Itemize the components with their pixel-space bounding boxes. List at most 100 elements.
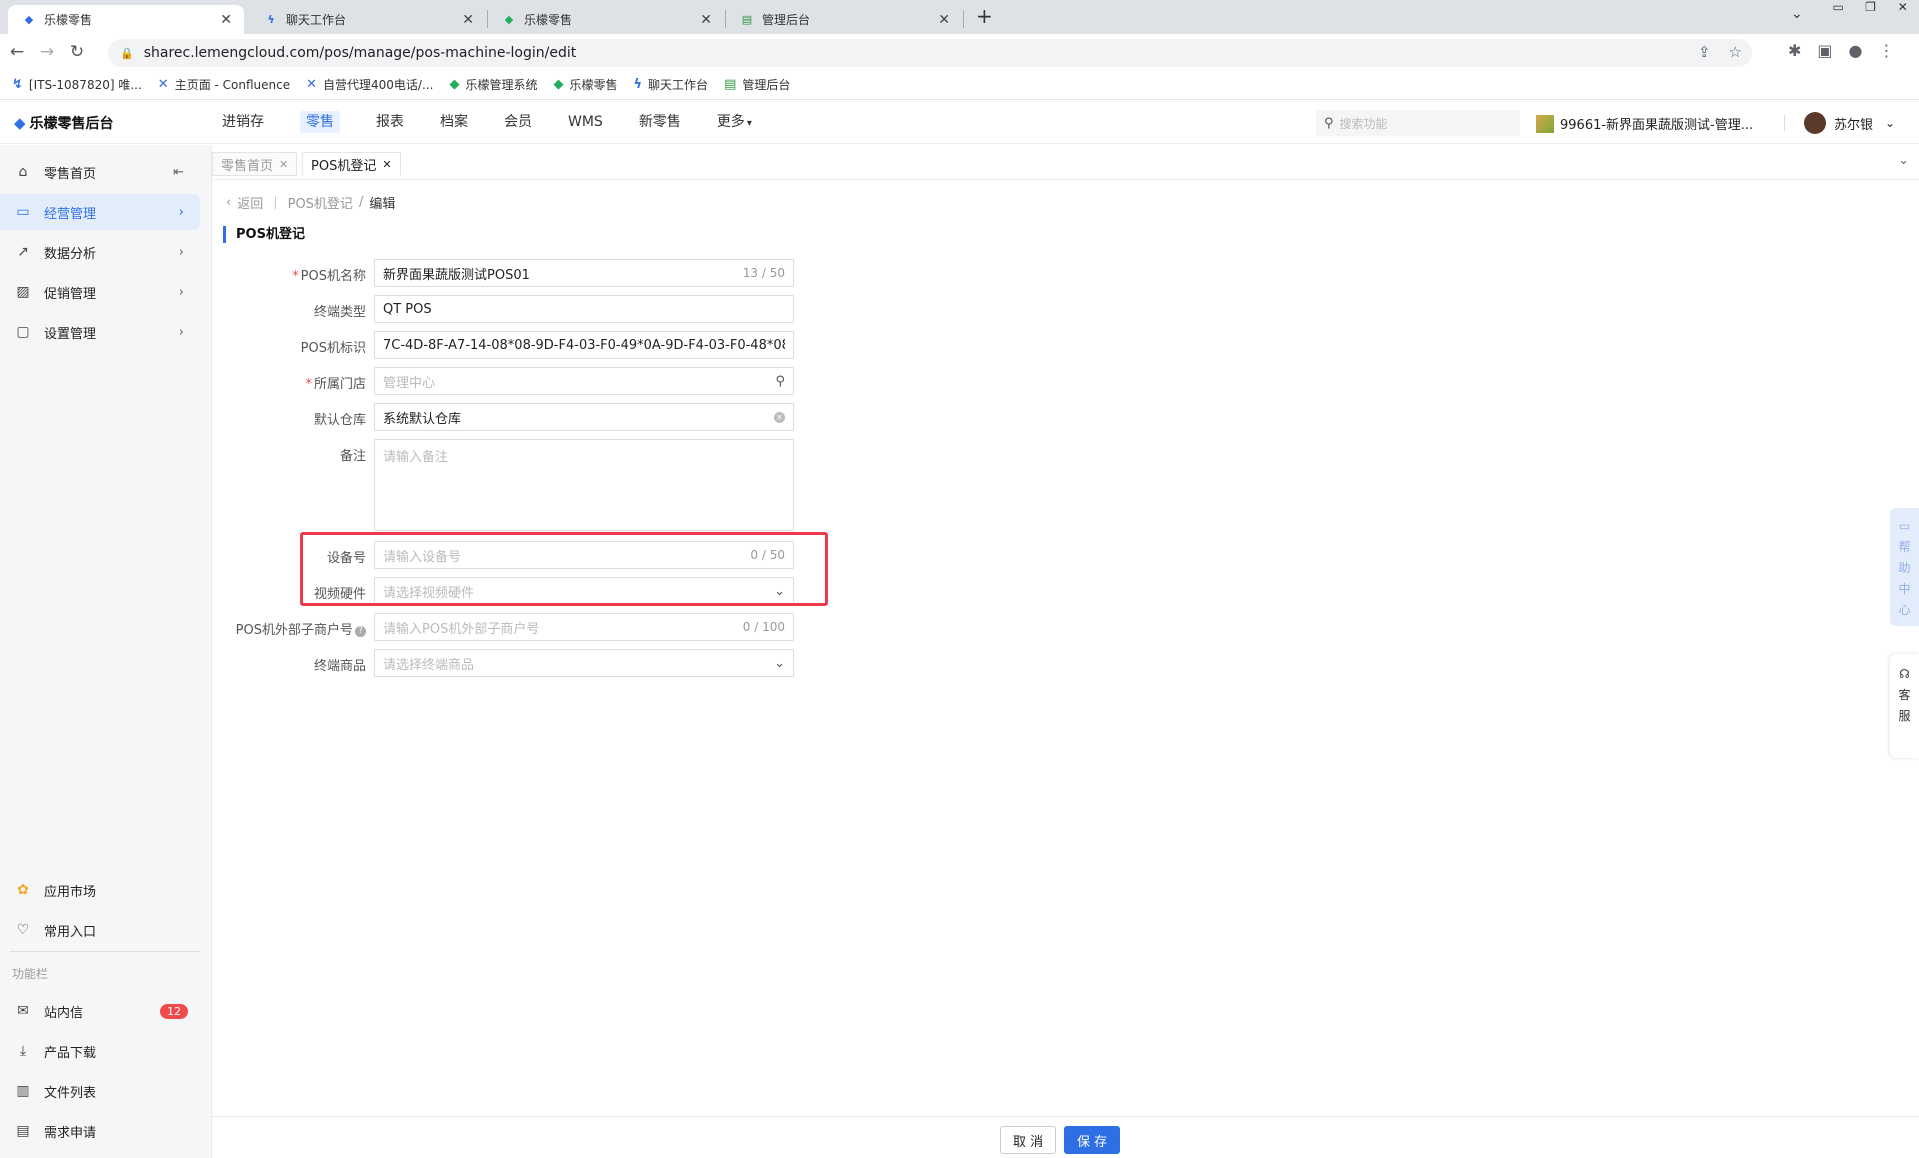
sidebar-item-downloads[interactable]: ⤓ 产品下载 [0,1033,200,1069]
breadcrumb-current: 编辑 [369,197,396,212]
collapse-sidebar-icon[interactable]: ⇤ [173,165,184,180]
bookmarks-bar: ↯ [ITS-1087820] 唯... ✕ 主页面 - Confluence ✕ 自… [0,70,1919,100]
bookmark-6[interactable]: ϟ 聊天工作台 [633,76,708,93]
bookmark-3[interactable]: ✕ 自营代理400电话/... [306,76,433,93]
url-text: sharec.lemengcloud.com/pos/manage/pos-ma… [143,45,577,61]
jira-icon: ↯ [12,77,23,92]
clear-icon[interactable]: ✕ [774,411,785,423]
star-icon[interactable]: ☆ [1729,43,1742,61]
chat-logo-icon: ϟ [633,77,643,92]
menu-kebab-icon[interactable]: ⋮ [1879,41,1895,60]
app-logo[interactable]: ◆ 乐檬零售后台 [14,113,114,133]
sidebar-item-app-market[interactable]: ✿ 应用市场 [0,872,200,908]
sidebar-item-data-analysis[interactable]: ↗ 数据分析 › [0,234,200,270]
search-icon[interactable]: ⚲ [775,374,785,389]
nav-item-more[interactable]: 更多 ▾ [699,101,770,144]
browser-tab-3[interactable]: ◆ 乐檬零售 ✕ [488,5,724,34]
bookmark-5[interactable]: ◆ 乐檬零售 [553,76,617,93]
back-link[interactable]: 返回 [237,193,263,212]
save-button[interactable]: 保 存 [1064,1126,1121,1154]
sidebar-item-favorites[interactable]: ♡ 常用入口 [0,912,200,948]
browser-tab-1[interactable]: ◆ 乐檬零售 ✕ [8,5,244,34]
tab-search-chevron-icon[interactable]: ⌄ [1791,6,1803,22]
user-menu[interactable]: 苏尔银 ⌄ [1804,112,1895,134]
content-tabs: 零售首页 ✕ POS机登记 ✕ ⌄ [212,145,1919,180]
sidebar-item-business-mgmt[interactable]: ▭ 经营管理 › [0,194,200,230]
browser-tab-2[interactable]: ϟ 聊天工作台 ✕ [250,5,486,34]
close-icon[interactable]: ✕ [220,12,232,28]
sub-merchant-input[interactable]: 请输入POS机外部子商户号 0 / 100 [374,613,794,641]
chevron-down-icon[interactable]: ⌄ [1898,153,1909,168]
browser-tab-4[interactable]: ▤ 管理后台 ✕ [726,5,962,34]
header-divider [1784,115,1785,131]
back-arrow-icon[interactable]: ← [4,42,30,62]
highlight-box [300,532,828,606]
bookmark-4[interactable]: ◆ 乐檬管理系统 [449,76,537,93]
close-icon[interactable]: ✕ [938,12,950,28]
help-center-dock[interactable]: ▭ 帮 助 中 心 [1890,508,1919,626]
close-icon[interactable]: ✕ [279,158,288,171]
pos-name-input[interactable]: 新界面果蔬版测试POS01 13 / 50 [374,259,794,287]
sidebar-item-file-list[interactable]: ▥ 文件列表 [0,1073,200,1109]
lemon-logo-icon: ◆ [504,13,514,26]
promo-icon: ▨ [16,284,30,300]
cancel-button[interactable]: 取 消 [1000,1126,1057,1154]
terminal-type-field[interactable]: QT POS [374,295,794,323]
sidebar-item-retail-home[interactable]: ⌂ 零售首页 ⇤ [0,154,200,190]
nav-item-members[interactable]: 会员 [486,101,550,144]
pos-id-field[interactable]: 7C-4D-8F-A7-14-08*08-9D-F4-03-F0-49*0A-9… [374,331,794,359]
sub-merchant-label: POS机外部子商户号? [236,619,366,638]
tab-retail-home[interactable]: 零售首页 ✕ [212,152,298,176]
terminal-goods-select[interactable]: 请选择终端商品 ⌄ [374,649,794,677]
breadcrumb-divider: | [273,195,278,210]
nav-item-new-retail[interactable]: 新零售 [621,101,699,144]
profile-icon[interactable]: ● [1849,41,1863,60]
chat-logo-icon: ϟ [267,13,275,26]
nav-item-inventory[interactable]: 进销存 [204,101,282,144]
chevron-left-icon[interactable]: ‹ [226,195,231,210]
chart-icon: ▭ [16,204,30,220]
nav-item-reports[interactable]: 报表 [358,101,422,144]
close-icon[interactable]: ✕ [382,158,391,171]
chevron-right-icon: › [178,324,184,340]
reload-icon[interactable]: ↻ [64,42,90,62]
remark-textarea[interactable]: 请输入备注 [374,439,794,531]
share-icon[interactable]: ⇪ [1698,43,1711,61]
store-input[interactable]: 管理中心 ⚲ [374,367,794,395]
close-icon[interactable]: ✕ [462,12,474,28]
sidebar-item-messages[interactable]: ✉ 站内信 12 [0,993,200,1029]
forward-arrow-icon[interactable]: → [34,42,60,62]
nav-item-wms[interactable]: WMS [550,101,621,144]
bookmark-2[interactable]: ✕ 主页面 - Confluence [158,76,290,93]
sidebar-item-promotion[interactable]: ▨ 促销管理 › [0,274,200,310]
trend-icon: ↗ [17,244,29,260]
home-icon: ⌂ [18,164,28,180]
warehouse-select[interactable]: 系统默认仓库 ✕ [374,403,794,431]
nav-item-retail[interactable]: 零售 [282,101,358,144]
sidebar-item-settings[interactable]: ▢ 设置管理 › [0,314,200,350]
tab-pos-register[interactable]: POS机登记 ✕ [302,152,401,176]
form-footer: 取 消 保 存 [212,1116,1919,1158]
browser-tab-title: 乐檬零售 [524,13,573,27]
download-icon: ⤓ [19,1043,27,1059]
close-icon[interactable]: ✕ [700,12,712,28]
store-selector[interactable]: 99661-新界面果蔬版测试-管理... [1536,114,1753,133]
side-panel-icon[interactable]: ▣ [1817,41,1832,60]
sidebar-item-requests[interactable]: ▤ 需求申请 [0,1113,200,1149]
terminal-goods-row: 终端商品 请选择终端商品 ⌄ [220,649,794,677]
store-row: * 所属门店 管理中心 ⚲ [220,367,794,395]
bookmark-1[interactable]: ↯ [ITS-1087820] 唯... [12,76,142,93]
feature-search-input[interactable]: ⚲ 搜索功能 [1316,110,1520,136]
lemon-logo-icon: ◆ [14,114,26,132]
minimize-icon[interactable]: ▭ [1822,0,1854,20]
extensions-icon[interactable]: ✱ [1788,41,1801,60]
address-bar[interactable]: 🔒 sharec.lemengcloud.com/pos/manage/pos-… [108,39,1752,67]
customer-service-dock[interactable]: ☊ 客 服 [1890,654,1919,758]
restore-icon[interactable]: ❐ [1854,0,1886,20]
bookmark-7[interactable]: ▤ 管理后台 [724,76,790,93]
close-window-icon[interactable]: ✕ [1887,0,1919,20]
nav-item-archives[interactable]: 档案 [422,101,486,144]
caret-down-icon: ▾ [746,118,752,129]
breadcrumb-parent[interactable]: POS机登记 [288,193,353,212]
new-tab-button[interactable]: + [976,4,993,28]
